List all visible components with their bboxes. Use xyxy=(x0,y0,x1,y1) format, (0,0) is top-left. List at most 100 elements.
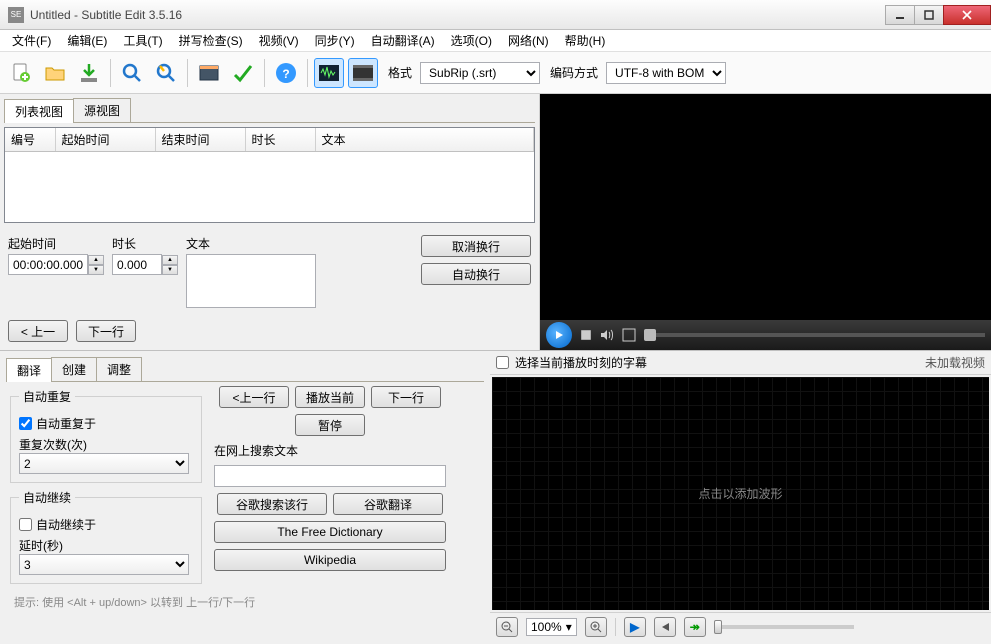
play-button[interactable] xyxy=(546,322,572,348)
zoom-out-icon[interactable] xyxy=(496,617,518,637)
svg-text:?: ? xyxy=(282,67,289,81)
tab-create[interactable]: 创建 xyxy=(51,357,97,381)
waveform-controls: 100%▾ ▶ ↠ xyxy=(490,612,991,640)
duration-spinner[interactable]: ▲▼ xyxy=(112,254,178,275)
start-time-spinner[interactable]: ▲▼ xyxy=(8,254,104,275)
col-duration[interactable]: 时长 xyxy=(245,128,315,152)
delay-label: 延时(秒) xyxy=(19,537,193,554)
trans-next-button[interactable]: 下一行 xyxy=(371,386,441,408)
freedict-button[interactable]: The Free Dictionary xyxy=(214,521,446,543)
maximize-button[interactable] xyxy=(914,5,944,25)
menu-edit[interactable]: 编辑(E) xyxy=(59,30,115,51)
new-file-icon[interactable] xyxy=(6,58,36,88)
view-tabs: 列表视图 源视图 xyxy=(4,98,535,123)
autobreak-button[interactable]: 自动换行 xyxy=(421,263,531,285)
menu-video[interactable]: 视频(V) xyxy=(251,30,307,51)
wave-play-icon[interactable]: ▶ xyxy=(624,617,646,637)
subtitle-table[interactable]: 编号 起始时间 结束时间 时长 文本 xyxy=(4,127,535,223)
prev-line-button[interactable]: < 上一 xyxy=(8,320,68,342)
web-search-label: 在网上搜索文本 xyxy=(214,442,446,459)
find-icon[interactable] xyxy=(117,58,147,88)
web-search-input[interactable] xyxy=(214,465,446,487)
zoom-percent[interactable]: 100%▾ xyxy=(526,618,577,636)
delay-select[interactable]: 3 xyxy=(19,554,189,575)
zoom-in-icon[interactable] xyxy=(585,617,607,637)
save-file-icon[interactable] xyxy=(74,58,104,88)
stop-icon[interactable] xyxy=(580,329,592,341)
menu-autotranslate[interactable]: 自动翻译(A) xyxy=(363,30,443,51)
spellcheck-icon[interactable] xyxy=(228,58,258,88)
google-translate-button[interactable]: 谷歌翻译 xyxy=(333,493,443,515)
auto-repeat-group: 自动重复 自动重复于 重复次数(次) 2 xyxy=(10,388,202,483)
tab-translate[interactable]: 翻译 xyxy=(6,358,52,382)
unbreak-button[interactable]: 取消换行 xyxy=(421,235,531,257)
menu-network[interactable]: 网络(N) xyxy=(500,30,557,51)
bottom-row: 翻译 创建 调整 自动重复 自动重复于 重复次数(次) 2 自动继续 自动继续于… xyxy=(0,350,991,640)
dur-up[interactable]: ▲ xyxy=(162,255,178,265)
help-icon[interactable]: ? xyxy=(271,58,301,88)
main-row: 列表视图 源视图 编号 起始时间 结束时间 时长 文本 起始时间 ▲▼ xyxy=(0,94,991,350)
select-sub-at-play-checkbox[interactable] xyxy=(496,356,509,369)
tab-adjust[interactable]: 调整 xyxy=(96,357,142,381)
video-seek-slider[interactable] xyxy=(644,333,985,337)
translate-panel: 翻译 创建 调整 自动重复 自动重复于 重复次数(次) 2 自动继续 自动继续于… xyxy=(0,351,490,640)
menu-help[interactable]: 帮助(H) xyxy=(557,30,614,51)
encoding-select[interactable]: UTF-8 with BOM xyxy=(606,62,726,84)
subtitle-text-input[interactable] xyxy=(186,254,316,308)
auto-continue-checkbox[interactable] xyxy=(19,518,32,531)
menu-file[interactable]: 文件(F) xyxy=(4,30,59,51)
next-line-button[interactable]: 下一行 xyxy=(76,320,136,342)
auto-continue-label: 自动继续于 xyxy=(36,516,96,533)
app-icon: SE xyxy=(8,7,24,23)
menu-sync[interactable]: 同步(Y) xyxy=(307,30,363,51)
tab-listview[interactable]: 列表视图 xyxy=(4,99,74,123)
menu-spellcheck[interactable]: 拼写检查(S) xyxy=(171,30,251,51)
encoding-label: 编码方式 xyxy=(550,64,598,81)
duration-input[interactable] xyxy=(112,254,162,275)
video-status: 未加载视频 xyxy=(925,354,985,371)
auto-repeat-legend: 自动重复 xyxy=(19,388,75,405)
select-sub-at-play-label: 选择当前播放时刻的字幕 xyxy=(515,354,647,371)
menubar: 文件(F) 编辑(E) 工具(T) 拼写检查(S) 视频(V) 同步(Y) 自动… xyxy=(0,30,991,52)
trans-prev-button[interactable]: <上一行 xyxy=(219,386,289,408)
waveform-toggle-icon[interactable] xyxy=(314,58,344,88)
start-up[interactable]: ▲ xyxy=(88,255,104,265)
hint-text: 提示: 使用 <Alt + up/down> 以转到 上一行/下一行 xyxy=(6,590,484,614)
video-view[interactable] xyxy=(540,94,991,320)
window-buttons xyxy=(886,5,991,25)
dur-down[interactable]: ▼ xyxy=(162,265,178,275)
format-select[interactable]: SubRip (.srt) xyxy=(420,62,540,84)
auto-repeat-checkbox[interactable] xyxy=(19,417,32,430)
start-time-label: 起始时间 xyxy=(8,235,104,252)
minimize-button[interactable] xyxy=(885,5,915,25)
visual-sync-icon[interactable] xyxy=(194,58,224,88)
col-start[interactable]: 起始时间 xyxy=(55,128,155,152)
menu-tools[interactable]: 工具(T) xyxy=(115,30,170,51)
start-down[interactable]: ▼ xyxy=(88,265,104,275)
volume-icon[interactable] xyxy=(600,328,614,342)
video-toggle-icon[interactable] xyxy=(348,58,378,88)
trans-playcur-button[interactable]: 播放当前 xyxy=(295,386,365,408)
col-number[interactable]: 编号 xyxy=(5,128,55,152)
replace-icon[interactable] xyxy=(151,58,181,88)
trans-pause-button[interactable]: 暂停 xyxy=(295,414,365,436)
repeat-count-label: 重复次数(次) xyxy=(19,436,193,453)
col-text[interactable]: 文本 xyxy=(315,128,534,152)
menu-options[interactable]: 选项(O) xyxy=(443,30,500,51)
waveform-placeholder: 点击以添加波形 xyxy=(698,485,782,502)
wave-fastfwd-icon[interactable]: ↠ xyxy=(684,617,706,637)
google-search-button[interactable]: 谷歌搜索该行 xyxy=(217,493,327,515)
waveform-area[interactable]: 点击以添加波形 xyxy=(492,377,989,610)
wave-seek-start-icon[interactable] xyxy=(654,617,676,637)
window-title: Untitled - Subtitle Edit 3.5.16 xyxy=(30,8,886,22)
open-file-icon[interactable] xyxy=(40,58,70,88)
col-end[interactable]: 结束时间 xyxy=(155,128,245,152)
close-button[interactable] xyxy=(943,5,991,25)
wikipedia-button[interactable]: Wikipedia xyxy=(214,549,446,571)
tab-sourceview[interactable]: 源视图 xyxy=(73,98,131,122)
fullscreen-icon[interactable] xyxy=(622,320,636,350)
repeat-count-select[interactable]: 2 xyxy=(19,453,189,474)
titlebar: SE Untitled - Subtitle Edit 3.5.16 xyxy=(0,0,991,30)
wave-position-slider[interactable] xyxy=(714,625,854,629)
start-time-input[interactable] xyxy=(8,254,88,275)
